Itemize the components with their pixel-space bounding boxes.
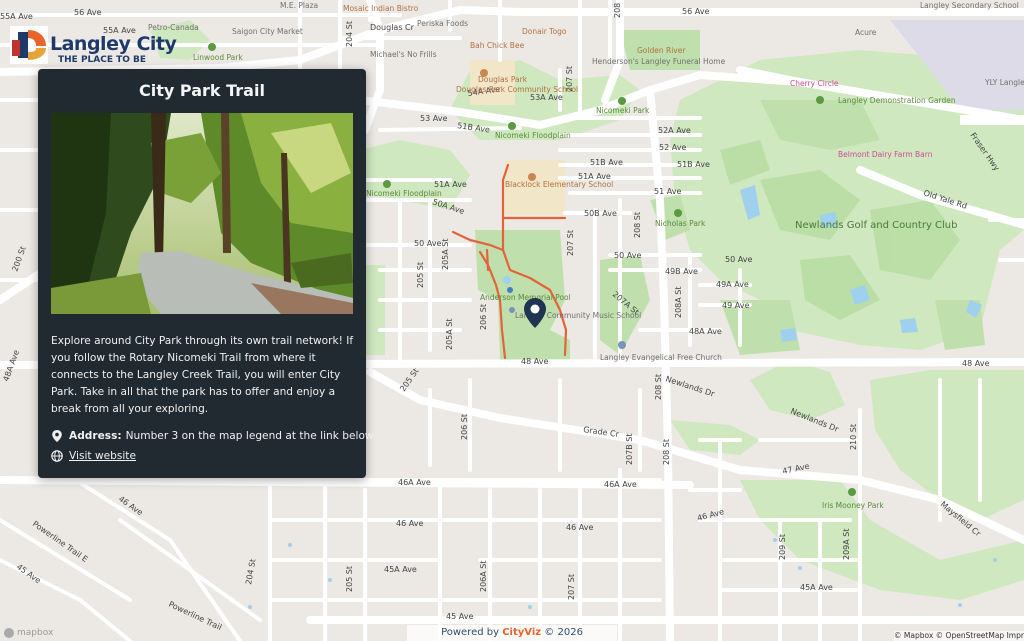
map-pin-icon[interactable] bbox=[524, 298, 546, 328]
svg-text:49 Ave: 49 Ave bbox=[722, 301, 749, 310]
svg-text:Golden River: Golden River bbox=[637, 46, 686, 55]
svg-text:208 St: 208 St bbox=[662, 439, 671, 465]
svg-text:207B St: 207B St bbox=[625, 433, 634, 465]
svg-text:45A Ave: 45A Ave bbox=[384, 565, 417, 574]
svg-text:208 St: 208 St bbox=[633, 212, 642, 238]
svg-text:Iris Mooney Park: Iris Mooney Park bbox=[822, 501, 884, 510]
logo-name: Langley City bbox=[50, 33, 177, 55]
popup-description: Explore around City Park through its own… bbox=[51, 335, 354, 415]
svg-text:46A Ave: 46A Ave bbox=[398, 478, 431, 487]
mapbox-logo[interactable]: mapbox bbox=[4, 628, 53, 638]
trail-photo bbox=[51, 113, 353, 314]
svg-text:Donair Togo: Donair Togo bbox=[522, 27, 567, 36]
svg-text:208 St: 208 St bbox=[654, 374, 663, 400]
svg-text:55A Ave: 55A Ave bbox=[0, 12, 33, 21]
svg-text:Douglas Cr: Douglas Cr bbox=[370, 23, 415, 32]
svg-text:208A St: 208A St bbox=[674, 287, 683, 319]
svg-text:Linwood Park: Linwood Park bbox=[193, 53, 243, 62]
svg-text:M.E. Plaza: M.E. Plaza bbox=[280, 1, 318, 10]
svg-text:50 Ave: 50 Ave bbox=[614, 251, 641, 260]
address-value: Number 3 on the map legend at the link b… bbox=[125, 430, 376, 442]
trail-photo-image bbox=[51, 113, 353, 314]
popup-website-row[interactable]: Visit website bbox=[51, 450, 136, 462]
svg-text:50 Ave: 50 Ave bbox=[725, 255, 752, 264]
svg-text:56 Ave: 56 Ave bbox=[682, 7, 709, 16]
svg-text:45 Ave: 45 Ave bbox=[446, 612, 473, 621]
svg-text:49A Ave: 49A Ave bbox=[716, 280, 749, 289]
svg-text:Nicholas Park: Nicholas Park bbox=[655, 219, 706, 228]
visit-website-link[interactable]: Visit website bbox=[69, 450, 136, 462]
svg-text:Acure: Acure bbox=[855, 28, 877, 37]
svg-text:46 Ave: 46 Ave bbox=[396, 519, 423, 528]
svg-text:Saigon City Market: Saigon City Market bbox=[232, 27, 303, 36]
svg-text:45A Ave: 45A Ave bbox=[800, 583, 833, 592]
popup-address-row: Address: Number 3 on the map legend at t… bbox=[51, 430, 376, 442]
svg-text:205A St: 205A St bbox=[441, 239, 450, 271]
svg-text:51B Ave: 51B Ave bbox=[677, 160, 710, 169]
svg-text:52 Ave: 52 Ave bbox=[659, 143, 686, 152]
popup-title: City Park Trail bbox=[139, 81, 265, 100]
footer-suffix: © 2026 bbox=[544, 627, 583, 638]
svg-text:50 Ave: 50 Ave bbox=[414, 239, 441, 248]
globe-icon bbox=[51, 450, 63, 462]
svg-text:Douglas Park Community School: Douglas Park Community School bbox=[456, 85, 578, 94]
svg-text:51A Ave: 51A Ave bbox=[434, 180, 467, 189]
svg-text:204 St: 204 St bbox=[345, 21, 354, 47]
svg-text:56 Ave: 56 Ave bbox=[74, 8, 101, 17]
svg-text:Periska Foods: Periska Foods bbox=[417, 19, 468, 28]
svg-text:210 St: 210 St bbox=[849, 424, 858, 450]
svg-text:53A Ave: 53A Ave bbox=[530, 93, 563, 102]
svg-text:209 St: 209 St bbox=[778, 534, 787, 560]
svg-text:48 Ave: 48 Ave bbox=[521, 357, 548, 366]
svg-text:209A St: 209A St bbox=[842, 529, 851, 561]
svg-text:206A St: 206A St bbox=[479, 561, 488, 593]
svg-text:205A St: 205A St bbox=[445, 319, 454, 351]
footer-prefix: Powered by bbox=[441, 627, 500, 638]
svg-text:46 Ave: 46 Ave bbox=[566, 523, 593, 532]
svg-text:Nicomeki Floodplain: Nicomeki Floodplain bbox=[495, 131, 571, 140]
svg-text:49B Ave: 49B Ave bbox=[665, 267, 698, 276]
logo-mark-icon bbox=[10, 26, 48, 64]
svg-text:Michael's No Frills: Michael's No Frills bbox=[370, 50, 437, 59]
footer-brand-link[interactable]: CityViz bbox=[502, 627, 541, 638]
mapbox-icon bbox=[4, 628, 14, 638]
powered-by-footer: Powered by CityViz © 2026 bbox=[407, 625, 617, 641]
svg-text:Newlands Golf and Country Club: Newlands Golf and Country Club bbox=[795, 220, 957, 231]
svg-text:51B Ave: 51B Ave bbox=[590, 158, 623, 167]
svg-text:207 St: 207 St bbox=[566, 230, 575, 256]
svg-text:205 St: 205 St bbox=[416, 262, 425, 288]
svg-text:208 St: 208 St bbox=[613, 0, 622, 18]
svg-text:206 St: 206 St bbox=[460, 414, 469, 440]
svg-text:48 Ave: 48 Ave bbox=[962, 359, 989, 368]
svg-text:Nicomeki Floodplain: Nicomeki Floodplain bbox=[366, 189, 442, 198]
svg-text:Bah Chick Bee: Bah Chick Bee bbox=[470, 41, 525, 50]
svg-text:Nicomeki Park: Nicomeki Park bbox=[596, 106, 650, 115]
mapbox-label: mapbox bbox=[17, 628, 54, 638]
svg-text:52A Ave: 52A Ave bbox=[658, 126, 691, 135]
map-marker-icon bbox=[52, 430, 62, 442]
svg-text:53 Ave: 53 Ave bbox=[420, 114, 447, 123]
svg-text:Mosaic Indian Bistro: Mosaic Indian Bistro bbox=[343, 4, 419, 13]
svg-text:Langley Demonstration Garden: Langley Demonstration Garden bbox=[838, 96, 956, 105]
svg-text:Langley Evangelical Free Churc: Langley Evangelical Free Church bbox=[600, 353, 722, 362]
svg-text:207 St: 207 St bbox=[567, 574, 576, 600]
svg-text:YLY Langley Regional Airport: YLY Langley Regional Airport bbox=[984, 78, 1024, 87]
svg-text:206 St: 206 St bbox=[479, 304, 488, 330]
svg-text:Cherry Circle: Cherry Circle bbox=[790, 79, 839, 88]
langley-city-logo[interactable]: Langley City THE PLACE TO BE bbox=[8, 24, 177, 68]
svg-text:205 St: 205 St bbox=[345, 566, 354, 592]
svg-text:Henderson's Langley Funeral Ho: Henderson's Langley Funeral Home bbox=[592, 57, 726, 66]
svg-text:50B Ave: 50B Ave bbox=[584, 209, 617, 218]
logo-tagline: THE PLACE TO BE bbox=[58, 55, 147, 65]
info-popup: City Park Trail Explore around City Park… bbox=[38, 69, 376, 478]
svg-text:46A Ave: 46A Ave bbox=[604, 480, 637, 489]
svg-text:51 Ave: 51 Ave bbox=[654, 187, 681, 196]
svg-text:48A Ave: 48A Ave bbox=[689, 327, 722, 336]
address-label: Address: bbox=[69, 430, 122, 442]
map-attribution[interactable]: © Mapbox © OpenStreetMap Improve bbox=[894, 631, 1024, 641]
svg-text:Blacklock Elementary School: Blacklock Elementary School bbox=[505, 180, 613, 189]
svg-text:Belmont Dairy Farm Barn: Belmont Dairy Farm Barn bbox=[838, 150, 933, 159]
svg-text:Langley Secondary School: Langley Secondary School bbox=[920, 1, 1019, 10]
